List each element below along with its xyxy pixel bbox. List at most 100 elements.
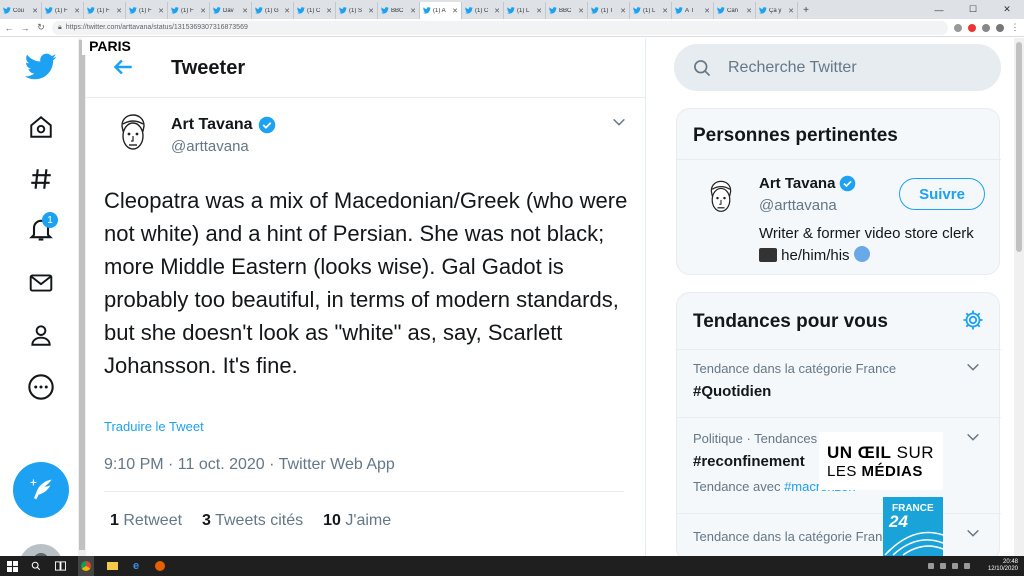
tweet-timestamp[interactable]: 9:10 PM · 11 oct. 2020 · Twitter Web App [104, 456, 395, 474]
page-scrollbar[interactable] [1014, 38, 1024, 556]
tab-close-icon[interactable]: ✕ [620, 7, 626, 15]
author-handle[interactable]: @arttavana [171, 138, 249, 155]
task-view-icon[interactable] [54, 560, 66, 572]
home-icon[interactable] [24, 110, 58, 144]
tab-close-icon[interactable]: ✕ [662, 7, 668, 15]
browser-tab[interactable]: Dav ✕ [210, 2, 252, 19]
tab-close-icon[interactable]: ✕ [200, 7, 206, 15]
minimize-icon[interactable]: — [922, 0, 956, 19]
relevant-name[interactable]: Art Tavana [759, 175, 856, 192]
likes-stat[interactable]: 10 J'aime [323, 512, 391, 530]
back-nav-icon[interactable]: ← [4, 23, 14, 33]
browser-tab[interactable]: BBC ✕ [378, 2, 420, 19]
tab-close-icon[interactable]: ✕ [746, 7, 752, 15]
tab-close-icon[interactable]: ✕ [158, 7, 164, 15]
browser-tab[interactable]: (1) T ✕ [588, 2, 630, 19]
browser-tab[interactable]: (1) L ✕ [504, 2, 546, 19]
more-dots-icon[interactable] [24, 370, 58, 404]
forward-nav-icon[interactable]: → [20, 23, 30, 33]
chevron-down-icon[interactable] [965, 359, 981, 375]
tab-close-icon[interactable]: ✕ [410, 7, 416, 15]
url-field[interactable]: 🔒︎ https://twitter.com/arttavana/status/… [52, 20, 948, 35]
extension-icon[interactable] [982, 23, 990, 32]
windows-start-icon[interactable] [6, 560, 18, 572]
tab-close-icon[interactable]: ✕ [704, 7, 710, 15]
browser-tab[interactable]: À T ✕ [672, 2, 714, 19]
tray-icon[interactable] [951, 563, 958, 569]
translate-tweet-link[interactable]: Traduire le Tweet [104, 419, 204, 434]
tab-favicon-icon [87, 7, 95, 15]
reload-icon[interactable]: ↻ [36, 22, 46, 33]
relevant-handle[interactable]: @arttavana [759, 197, 837, 214]
tab-close-icon[interactable]: ✕ [32, 7, 38, 15]
tray-icon[interactable] [927, 563, 934, 569]
zoom-icon[interactable] [954, 23, 962, 32]
browser-tab[interactable]: (1) F ✕ [42, 2, 84, 19]
profile-person-icon[interactable] [24, 318, 58, 352]
tab-close-icon[interactable]: ✕ [242, 7, 248, 15]
extension-icon[interactable] [968, 23, 976, 32]
browser-tab[interactable]: (1) C ✕ [294, 2, 336, 19]
tab-close-icon[interactable]: ✕ [116, 7, 122, 15]
browser-tab[interactable]: (1) L ✕ [630, 2, 672, 19]
browser-tab[interactable]: (1) S ✕ [336, 2, 378, 19]
tab-close-icon[interactable]: ✕ [452, 7, 458, 15]
back-arrow-icon[interactable] [110, 54, 136, 80]
menu-icon[interactable]: ⋮ [1010, 22, 1020, 33]
explore-hashtag-icon[interactable] [24, 162, 58, 196]
gear-icon[interactable] [961, 308, 985, 332]
search-icon[interactable] [30, 560, 42, 572]
maximize-icon[interactable]: ☐ [956, 0, 990, 19]
tab-close-icon[interactable]: ✕ [578, 7, 584, 15]
chevron-down-icon[interactable] [965, 525, 981, 541]
relevant-avatar[interactable] [699, 175, 743, 223]
browser-tab[interactable]: Cou ✕ [0, 2, 42, 19]
tab-close-icon[interactable]: ✕ [284, 7, 290, 15]
tab-title: Cou [13, 7, 25, 14]
browser-tab[interactable]: (1) F ✕ [126, 2, 168, 19]
volume-icon[interactable] [963, 563, 970, 569]
messages-envelope-icon[interactable] [24, 266, 58, 300]
quote-tweets-stat[interactable]: 3 Tweets cités [202, 512, 303, 530]
search-input[interactable]: Recherche Twitter [674, 44, 1001, 91]
browser-tab[interactable]: (1) C ✕ [462, 2, 504, 19]
close-window-icon[interactable]: ✕ [990, 0, 1024, 19]
compose-tweet-button[interactable] [13, 462, 69, 518]
author-avatar[interactable] [108, 110, 158, 160]
tab-close-icon[interactable]: ✕ [74, 7, 80, 15]
retweets-stat[interactable]: 1 Retweet [110, 512, 182, 530]
clock[interactable]: 20:48 12/10/2020 [988, 559, 1018, 573]
file-explorer-icon[interactable] [106, 560, 118, 572]
profile-icon[interactable] [996, 23, 1004, 32]
tray-icon[interactable] [939, 563, 946, 569]
browser-tab[interactable]: Can ✕ [714, 2, 756, 19]
author-name[interactable]: Art Tavana [171, 116, 276, 134]
tab-title: (1) S [349, 7, 363, 14]
tab-close-icon[interactable]: ✕ [494, 7, 500, 15]
left-scrollbar[interactable] [78, 38, 86, 556]
chevron-down-icon[interactable] [965, 429, 981, 445]
browser-tab[interactable]: (1) F ✕ [168, 2, 210, 19]
edge-icon[interactable]: e [130, 560, 142, 572]
browser-tab[interactable]: (1) F ✕ [84, 2, 126, 19]
firefox-icon[interactable] [154, 560, 166, 572]
browser-tab[interactable]: (1) G ✕ [252, 2, 294, 19]
browser-tab[interactable]: Ça y ✕ [756, 2, 798, 19]
chrome-taskbar-icon[interactable] [78, 556, 94, 576]
chevron-down-icon[interactable] [611, 114, 627, 130]
videocassette-emoji-icon [759, 248, 777, 262]
trend-item[interactable]: Tendance dans la catégorie France #Quoti… [693, 361, 983, 400]
tab-close-icon[interactable]: ✕ [326, 7, 332, 15]
tab-close-icon[interactable]: ✕ [368, 7, 374, 15]
new-tab-button[interactable]: + [798, 2, 814, 19]
browser-tab[interactable]: BBC ✕ [546, 2, 588, 19]
tab-favicon-icon [3, 7, 11, 15]
notification-badge: 1 [42, 212, 58, 228]
follow-button[interactable]: Suivre [899, 178, 985, 210]
notifications-bell-icon[interactable]: 1 [24, 212, 58, 246]
browser-tab[interactable]: (1) A ✕ [420, 2, 462, 19]
tab-close-icon[interactable]: ✕ [536, 7, 542, 15]
twitter-logo-icon[interactable] [24, 50, 58, 84]
tab-close-icon[interactable]: ✕ [788, 7, 794, 15]
tab-list: Cou ✕ (1) F ✕ (1) F ✕ (1) F ✕ (1) F ✕ Dav ✕ (1) G ✕ (1… [0, 2, 798, 19]
